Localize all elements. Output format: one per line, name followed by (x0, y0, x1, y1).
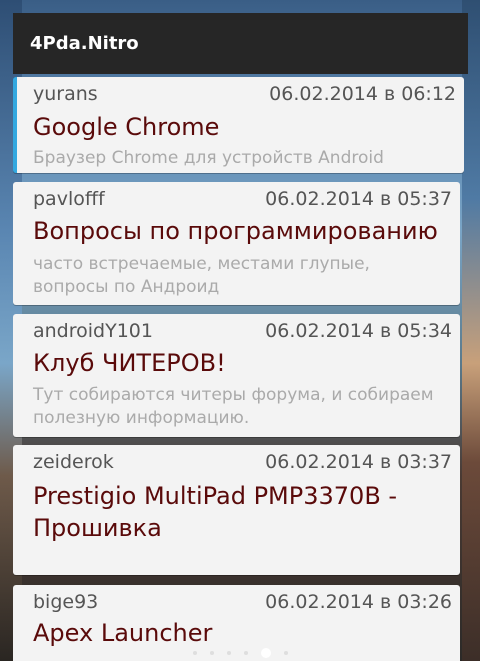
page-dot (226, 651, 231, 655)
widget-title-bar[interactable]: 4Pda.Nitro (13, 13, 468, 74)
topic-date: 06.02.2014 в 03:37 (265, 451, 452, 473)
topic-date: 06.02.2014 в 05:34 (265, 320, 452, 342)
topic-author: androidY101 (33, 320, 153, 342)
topic-title: Google Chrome (33, 113, 220, 141)
topic-title: Клуб ЧИТЕРОВ! (33, 349, 226, 377)
topic-card[interactable]: yurans 06.02.2014 в 06:12 Google Chrome … (13, 77, 464, 173)
topic-card[interactable]: pavlofff 06.02.2014 в 05:37 Вопросы по п… (13, 182, 460, 305)
topic-author: pavlofff (33, 188, 105, 210)
topic-date: 06.02.2014 в 03:26 (265, 591, 452, 613)
page-dot (243, 651, 248, 655)
app-title: 4Pda.Nitro (30, 33, 139, 54)
topic-description: часто встречаемые, местами глупые, вопро… (33, 254, 370, 297)
page-dot-current (260, 648, 271, 658)
topic-date: 06.02.2014 в 05:37 (265, 188, 452, 210)
page-dot (192, 651, 197, 655)
topic-author: bige93 (33, 591, 99, 613)
topic-description: Тут собираются читеры форума, и собираем… (33, 385, 434, 428)
topic-title: Вопросы по программированию (33, 217, 438, 245)
topic-card[interactable]: androidY101 06.02.2014 в 05:34 Клуб ЧИТЕ… (13, 314, 460, 437)
page-dot (283, 651, 288, 655)
topic-title: Apex Launcher (33, 619, 213, 647)
topic-author: yurans (33, 83, 98, 105)
forum-widget: 4Pda.Nitro yurans 06.02.2014 в 06:12 Goo… (13, 13, 468, 661)
page-dot (209, 651, 214, 655)
topic-description: Браузер Chrome для устройств Android (33, 148, 384, 168)
topic-date: 06.02.2014 в 06:12 (269, 83, 456, 105)
topic-author: zeiderok (33, 451, 114, 473)
page-indicator (0, 646, 480, 660)
topic-title: Prestigio MultiPad PMP3370B - Прошивка (33, 482, 398, 542)
topic-card[interactable]: zeiderok 06.02.2014 в 03:37 Prestigio Mu… (13, 445, 460, 575)
